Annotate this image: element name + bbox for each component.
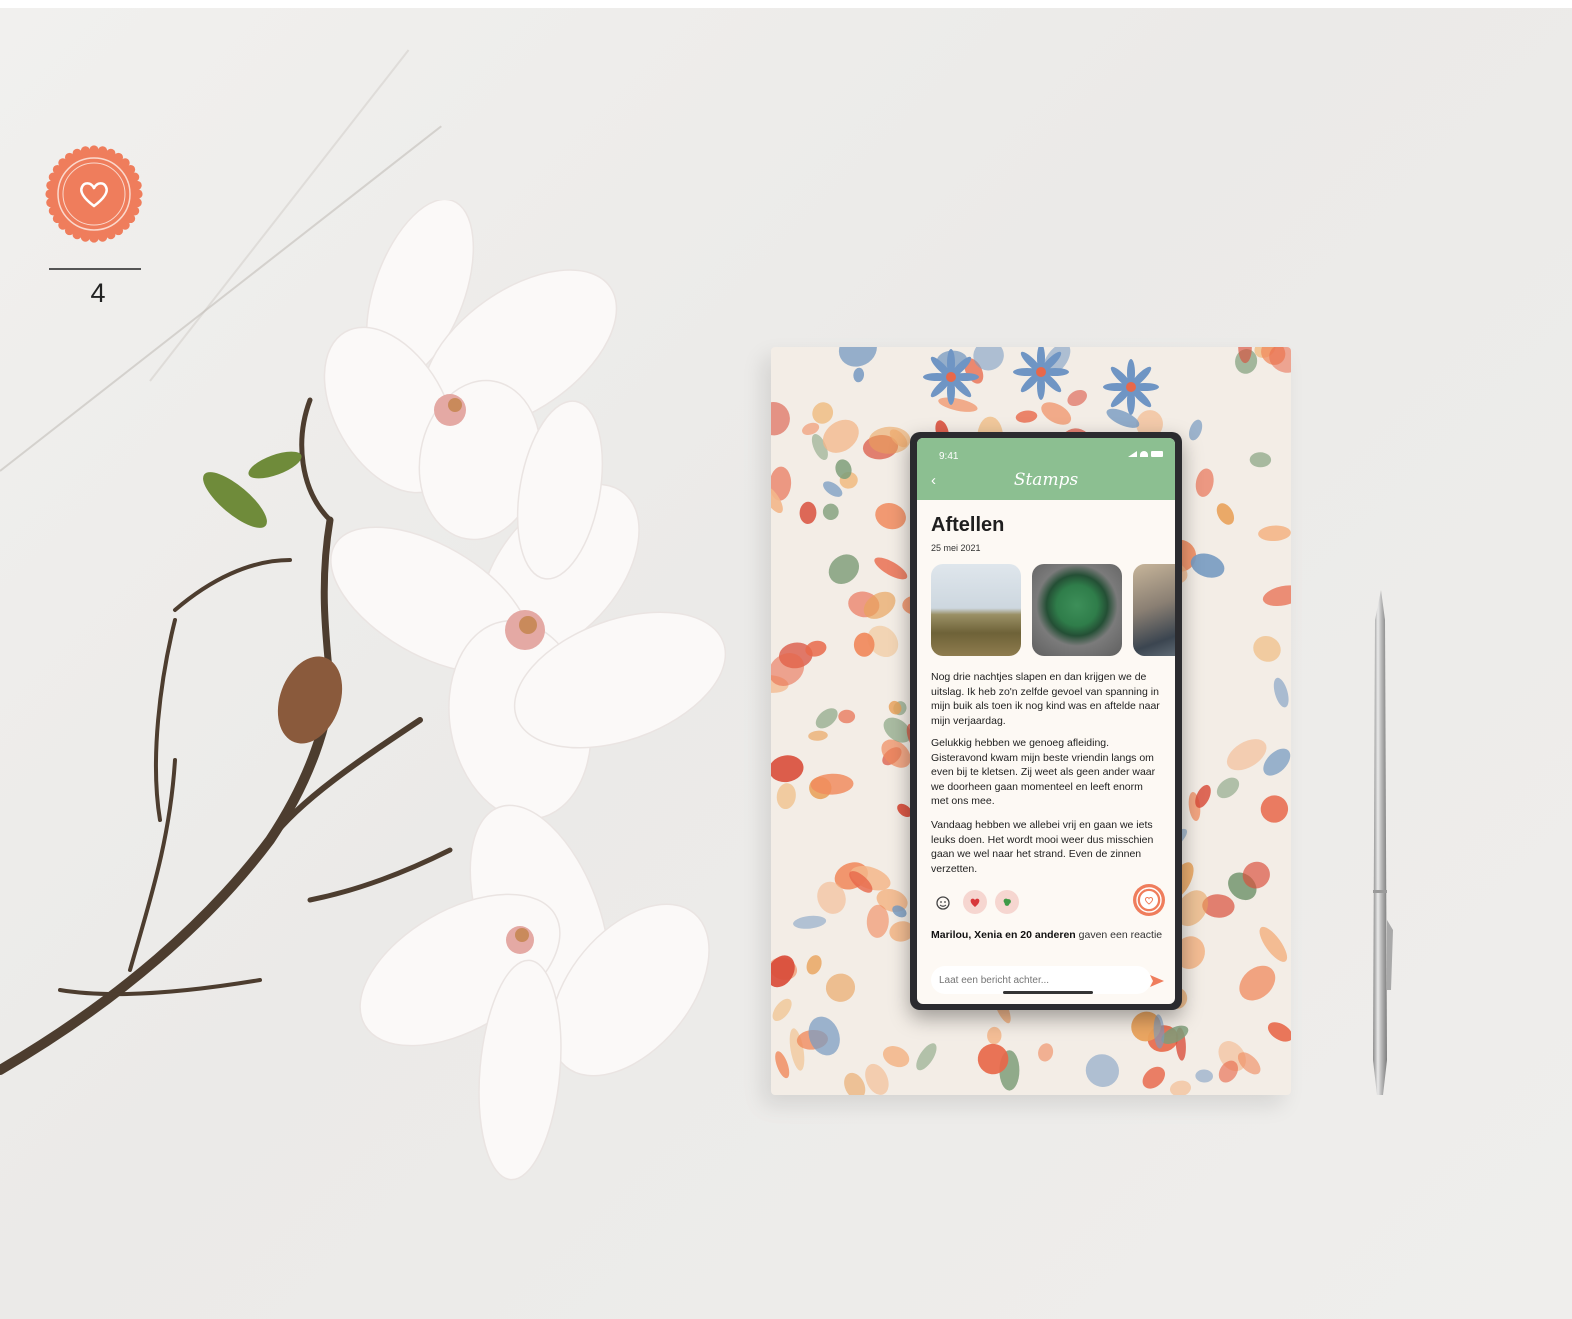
comment-input[interactable]: [939, 972, 1129, 988]
stamp-button[interactable]: [1133, 884, 1165, 916]
clover-icon: [1003, 898, 1011, 906]
post-title: Aftellen: [931, 514, 1005, 536]
photo-tea-cup[interactable]: [1032, 564, 1122, 656]
home-indicator: [1003, 991, 1093, 994]
reaction-bar: [931, 884, 1165, 918]
signal-icon: [1128, 451, 1137, 457]
post-paragraph: Nog drie nachtjes slapen en dan krijgen …: [931, 671, 1160, 727]
post-paragraph: Gelukkig hebben we genoeg afleiding. Gis…: [931, 737, 1156, 808]
app-screen: 9:41 ‹ Stamps Aftellen 25 mei 2021 Nog d…: [917, 438, 1175, 1004]
bud-icon: [277, 656, 343, 744]
smiley-add-icon[interactable]: [931, 890, 955, 914]
status-icons: [1128, 451, 1163, 457]
pen: [1373, 590, 1393, 1095]
photo-carousel[interactable]: [931, 564, 1175, 656]
phone: 9:41 ‹ Stamps Aftellen 25 mei 2021 Nog d…: [910, 432, 1182, 1010]
clover-reaction-button[interactable]: [995, 890, 1019, 914]
status-time: 9:41: [939, 451, 959, 462]
wifi-icon: [1140, 451, 1148, 457]
battery-icon: [1151, 451, 1163, 457]
comment-box: [931, 966, 1151, 994]
reaction-names[interactable]: Marilou, Xenia en 20 anderen: [931, 929, 1076, 941]
magnolia-branch: [0, 200, 727, 1181]
send-icon[interactable]: [1149, 974, 1165, 988]
post-date: 25 mei 2021: [931, 543, 981, 553]
reaction-summary: Marilou, Xenia en 20 anderen gaven een r…: [931, 928, 1163, 943]
reaction-suffix: gaven een reactie: [1075, 929, 1163, 941]
app-header: 9:41 ‹ Stamps: [917, 438, 1175, 500]
post-paragraph: Vandaag hebben we allebei vrij en gaan w…: [931, 819, 1154, 875]
heart-reaction-button[interactable]: [963, 890, 987, 914]
stamp-icon: [1136, 887, 1162, 913]
top-strip: [0, 0, 1572, 8]
app-title: Stamps: [1013, 470, 1079, 490]
heart-icon: [970, 898, 980, 907]
photo-dunes[interactable]: [931, 564, 1021, 656]
photo-room[interactable]: [1133, 564, 1175, 656]
